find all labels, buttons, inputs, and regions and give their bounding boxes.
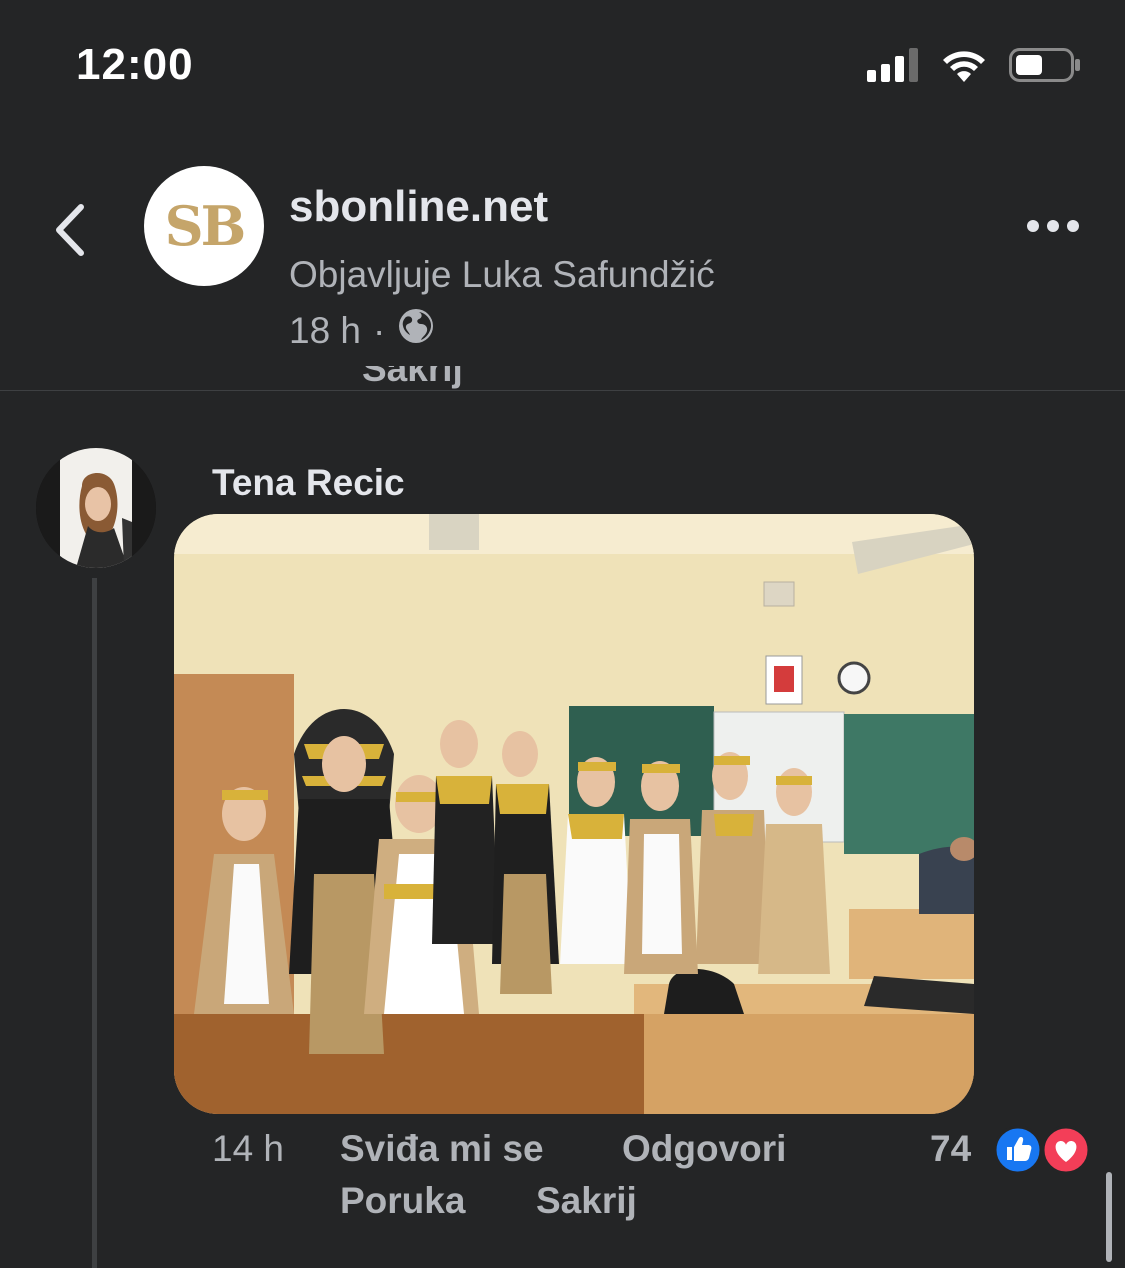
- cellular-signal-icon: [867, 48, 919, 87]
- post-time[interactable]: 18 h: [289, 310, 361, 352]
- battery-icon: [1009, 48, 1081, 87]
- previous-hide-link[interactable]: Sakrij: [362, 366, 463, 400]
- commenter-name[interactable]: Tena Recic: [212, 462, 405, 504]
- post-header: SB sbonline.net Objavljuje Luka Safundži…: [0, 130, 1125, 391]
- page-name[interactable]: sbonline.net: [289, 182, 548, 232]
- comment-actions: 14 h Sviđa mi se Odgovori 74: [0, 1125, 1125, 1178]
- previous-hide-label: Sakrij: [362, 366, 463, 389]
- like-reaction-icon: [993, 1125, 1043, 1175]
- wifi-icon: [941, 48, 987, 87]
- status-icons: [867, 48, 1081, 87]
- globe-icon: [397, 307, 435, 354]
- reaction-icons[interactable]: [992, 1124, 1092, 1176]
- page-avatar-logo-text: SB: [164, 194, 247, 258]
- page-avatar[interactable]: SB: [144, 166, 264, 286]
- scrollbar[interactable]: [1106, 1172, 1112, 1262]
- love-reaction-icon: [1041, 1125, 1091, 1175]
- reaction-count[interactable]: 74: [930, 1128, 971, 1170]
- meta-separator: ·: [373, 309, 386, 351]
- chevron-left-icon: [56, 204, 84, 256]
- comment-actions-secondary: Poruka Sakrij: [0, 1180, 1125, 1230]
- hide-button[interactable]: Sakrij: [536, 1180, 637, 1222]
- post-meta: 18 h ·: [289, 307, 435, 354]
- more-options-button[interactable]: [1027, 216, 1079, 236]
- like-button[interactable]: Sviđa mi se: [340, 1128, 544, 1170]
- comment-time[interactable]: 14 h: [212, 1128, 284, 1170]
- back-button[interactable]: [48, 200, 92, 260]
- reply-button[interactable]: Odgovori: [622, 1128, 786, 1170]
- status-bar: 12:00: [0, 0, 1125, 130]
- commenter-avatar[interactable]: [36, 448, 156, 568]
- message-button[interactable]: Poruka: [340, 1180, 465, 1222]
- more-horizontal-icon: [1027, 220, 1039, 232]
- status-time: 12:00: [76, 40, 194, 89]
- posted-by-text[interactable]: Objavljuje Luka Safundžić: [289, 254, 715, 296]
- comment-photo[interactable]: [174, 514, 974, 1114]
